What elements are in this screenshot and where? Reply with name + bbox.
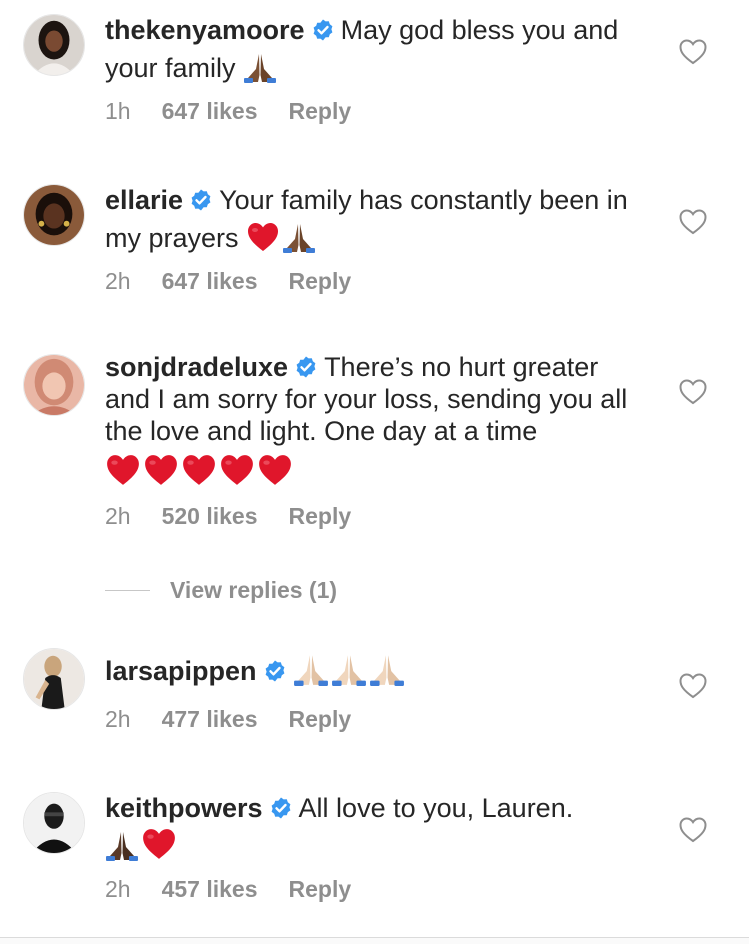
comment-time[interactable]: 1h [105,98,131,125]
verified-badge-icon [263,659,287,683]
username[interactable]: keithpowers [105,793,263,823]
red-heart-icon [143,453,179,487]
like-button[interactable] [679,209,707,235]
comment-message: Your family has constantly been in my pr… [105,185,628,253]
comment-text: keithpowers All love to you, Lauren. [105,789,650,865]
folded-hands-light-icon [369,652,405,686]
like-button[interactable] [679,673,707,699]
avatar[interactable] [23,792,85,854]
red-heart-icon [105,453,141,487]
heart-outline-icon [679,817,707,843]
avatar[interactable] [23,184,85,246]
likes-count[interactable]: 647 likes [162,268,258,295]
comment-meta: 2h 477 likes Reply [105,706,382,733]
username[interactable]: sonjdradeluxe [105,352,288,382]
comment-meta: 1h 647 likes Reply [105,98,382,125]
username[interactable]: thekenyamoore [105,15,305,45]
comment-time[interactable]: 2h [105,706,131,733]
folded-hands-dark-icon [282,221,316,253]
username[interactable]: ellarie [105,185,183,215]
red-heart-icon [246,221,280,253]
red-heart-icon [181,453,217,487]
comment-text: larsapippen [105,652,650,690]
folded-hands-dark-icon [105,829,139,861]
reply-button[interactable]: Reply [289,876,352,903]
view-replies-label: View replies (1) [170,576,338,603]
like-button[interactable] [679,379,707,405]
comment-message: All love to you, Lauren. [298,793,574,823]
replies-divider [105,589,150,591]
comment-text: thekenyamoore May god bless you and your … [105,11,650,87]
heart-outline-icon [679,673,707,699]
username[interactable]: larsapippen [105,656,257,686]
comment-text: ellarie Your family has constantly been i… [105,181,650,257]
comment-time[interactable]: 2h [105,876,131,903]
likes-count[interactable]: 647 likes [162,98,258,125]
comment-meta: 2h 520 likes Reply [105,503,382,530]
folded-hands-dark-icon [243,51,277,83]
folded-hands-light-icon [293,652,329,686]
comment-text: sonjdradeluxe There’s no hurt greater and… [105,351,650,488]
red-heart-icon [257,453,293,487]
verified-badge-icon [269,796,293,820]
likes-count[interactable]: 477 likes [162,706,258,733]
red-heart-icon [141,827,177,861]
comment-meta: 2h 647 likes Reply [105,268,382,295]
avatar[interactable] [23,354,85,416]
avatar[interactable] [23,648,85,710]
likes-count[interactable]: 457 likes [162,876,258,903]
red-heart-icon [219,453,255,487]
heart-outline-icon [679,209,707,235]
likes-count[interactable]: 520 likes [162,503,258,530]
reply-button[interactable]: Reply [289,268,352,295]
heart-outline-icon [679,39,707,65]
heart-outline-icon [679,379,707,405]
folded-hands-light-icon [331,652,367,686]
comment-meta: 2h 457 likes Reply [105,876,382,903]
like-button[interactable] [679,39,707,65]
verified-badge-icon [294,355,318,379]
reply-button[interactable]: Reply [289,98,352,125]
verified-badge-icon [189,188,213,212]
reply-button[interactable]: Reply [289,503,352,530]
reply-button[interactable]: Reply [289,706,352,733]
like-button[interactable] [679,817,707,843]
comment-time[interactable]: 2h [105,503,131,530]
comment-time[interactable]: 2h [105,268,131,295]
verified-badge-icon [311,18,335,42]
avatar[interactable] [23,14,85,76]
view-replies-button[interactable]: View replies (1) [105,573,337,607]
